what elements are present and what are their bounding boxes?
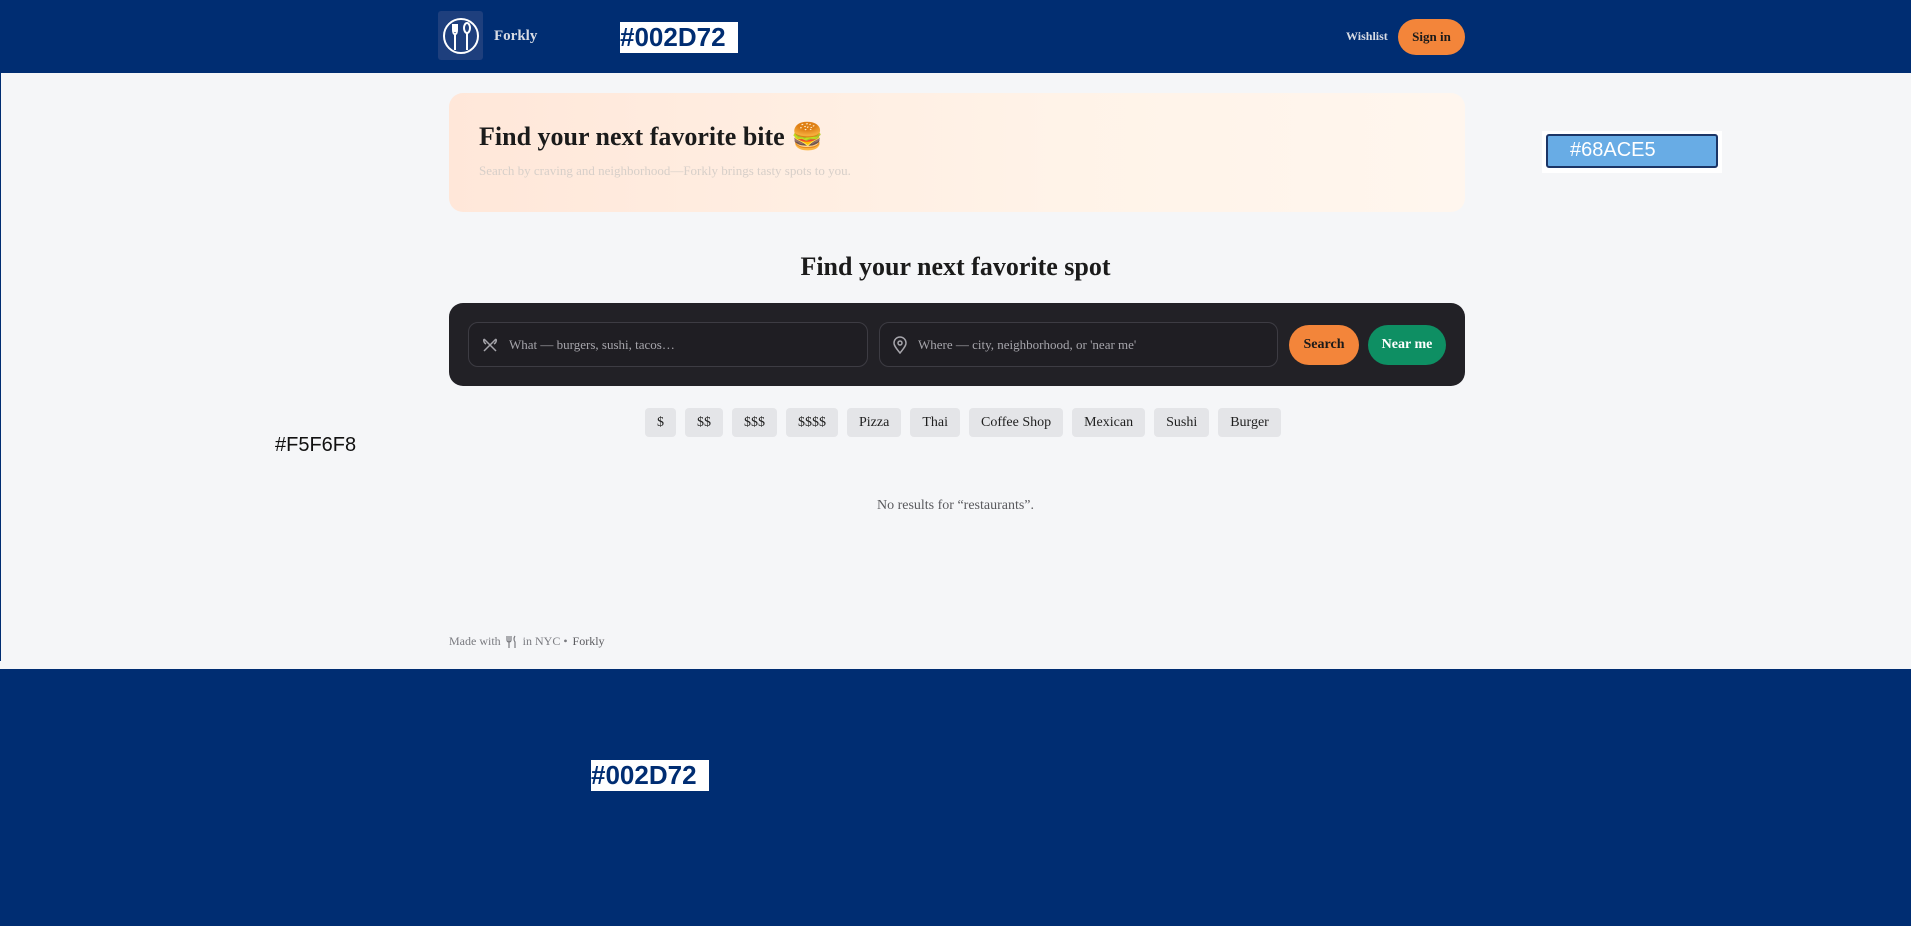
signin-button[interactable]: Sign in: [1398, 19, 1465, 55]
fork-knife-icon: [506, 635, 516, 648]
chip-coffee-shop[interactable]: Coffee Shop: [968, 408, 1064, 437]
footer-location: in NYC •: [522, 634, 568, 648]
footer-made-with: Made with: [449, 634, 501, 648]
no-results-message: No results for “restaurants”.: [876, 498, 1035, 513]
chip-price-3[interactable]: $$$: [732, 408, 777, 437]
chip-thai[interactable]: Thai: [910, 408, 960, 437]
filter-chips: $ $$ $$$ $$$$ Pizza Thai Coffee Shop Mex…: [645, 408, 1281, 437]
chip-mexican[interactable]: Mexican: [1072, 408, 1146, 437]
where-placeholder: Where — city, neighborhood, or 'near me': [918, 336, 1137, 352]
color-swatch-label-top: #002D72: [620, 22, 738, 53]
what-input[interactable]: What — burgers, sushi, tacos…: [468, 322, 868, 367]
color-swatch-label-light: #F5F6F8: [275, 434, 357, 456]
footer-brand-link[interactable]: Forkly: [573, 634, 605, 649]
page-title: Find your next favorite spot: [800, 252, 1111, 281]
footer: Made with in NYC • Forkly: [449, 634, 605, 649]
logo[interactable]: [438, 11, 483, 60]
left-edge-divider: [0, 73, 1, 661]
fork-spoon-icon: [442, 17, 479, 54]
color-swatch-label-bottom: #002D72: [591, 760, 709, 791]
color-swatch-label-blue: #68ACE5: [1546, 134, 1718, 168]
chip-price-4[interactable]: $$$$: [786, 408, 838, 437]
chip-pizza[interactable]: Pizza: [847, 408, 902, 437]
chip-price-2[interactable]: $$: [685, 408, 723, 437]
search-bar: What — burgers, sushi, tacos… Where — ci…: [449, 303, 1465, 386]
utensils-icon: [483, 337, 497, 352]
where-input[interactable]: Where — city, neighborhood, or 'near me': [879, 322, 1278, 367]
hero-subtitle: Search by craving and neighborhood—Forkl…: [479, 163, 851, 178]
location-pin-icon: [893, 335, 907, 354]
brand-name[interactable]: Forkly: [494, 28, 537, 45]
search-button[interactable]: Search: [1289, 325, 1359, 365]
hero-banner: Find your next favorite bite 🍔 Search by…: [449, 93, 1465, 212]
chip-price-1[interactable]: $: [645, 408, 676, 437]
chip-burger[interactable]: Burger: [1218, 408, 1281, 437]
what-placeholder: What — burgers, sushi, tacos…: [509, 336, 675, 352]
wishlist-link[interactable]: Wishlist: [1346, 29, 1388, 44]
hero-title: Find your next favorite bite 🍔: [479, 122, 824, 151]
top-nav: Forkly #002D72 Wishlist Sign in: [0, 0, 1911, 73]
near-me-button[interactable]: Near me: [1368, 325, 1446, 365]
color-swatch-blue: #68ACE5: [1542, 131, 1722, 173]
chip-sushi[interactable]: Sushi: [1154, 408, 1210, 437]
